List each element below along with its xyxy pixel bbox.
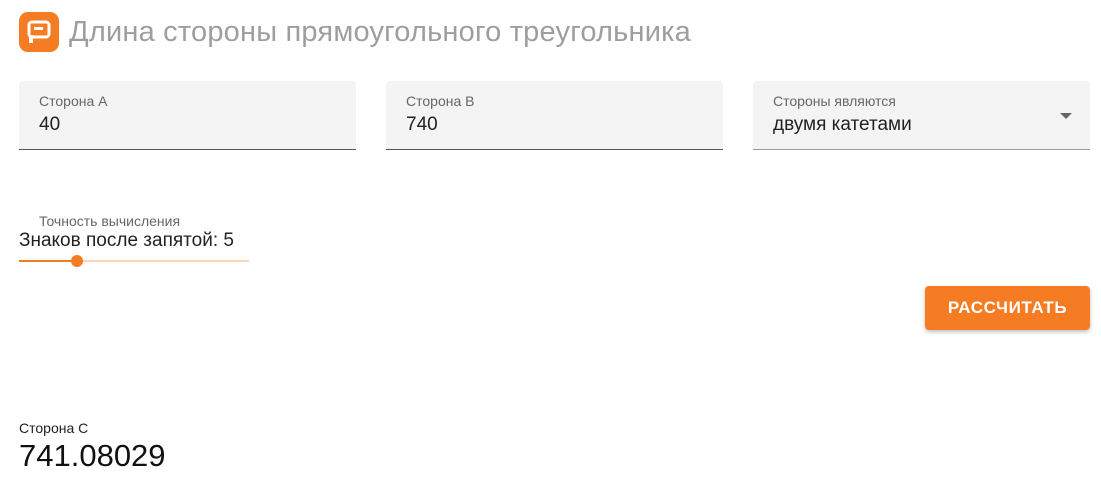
side-b-label: Сторона B xyxy=(406,93,475,109)
calculate-button[interactable]: РАССЧИТАТЬ xyxy=(925,286,1090,330)
p-logo-icon xyxy=(19,12,59,52)
side-b-field[interactable]: Сторона B 740 xyxy=(386,81,723,150)
sides-type-label: Стороны являются xyxy=(773,93,896,109)
side-a-input[interactable]: 40 xyxy=(39,114,60,136)
precision-control: Точность вычисления Знаков после запятой… xyxy=(19,213,259,267)
page-header: Длина стороны прямоугольного треугольник… xyxy=(19,12,691,52)
result-label: Сторона C xyxy=(19,420,89,436)
dropdown-arrow-icon[interactable] xyxy=(1060,113,1072,119)
slider-fill xyxy=(19,260,77,262)
side-a-label: Сторона A xyxy=(39,93,108,109)
result-block: Сторона C 741.08029 xyxy=(19,420,166,474)
slider-thumb[interactable] xyxy=(70,255,83,267)
result-value: 741.08029 xyxy=(19,438,166,473)
precision-label: Точность вычисления xyxy=(39,213,181,229)
page-title: Длина стороны прямоугольного треугольник… xyxy=(69,15,691,48)
precision-slider[interactable] xyxy=(19,255,249,267)
side-b-input[interactable]: 740 xyxy=(406,114,438,136)
precision-value: Знаков после запятой: 5 xyxy=(19,230,234,251)
sides-type-value[interactable]: двумя катетами xyxy=(773,114,912,136)
side-a-field[interactable]: Сторона A 40 xyxy=(19,81,356,150)
sides-type-select[interactable]: Стороны являются двумя катетами xyxy=(753,81,1090,150)
